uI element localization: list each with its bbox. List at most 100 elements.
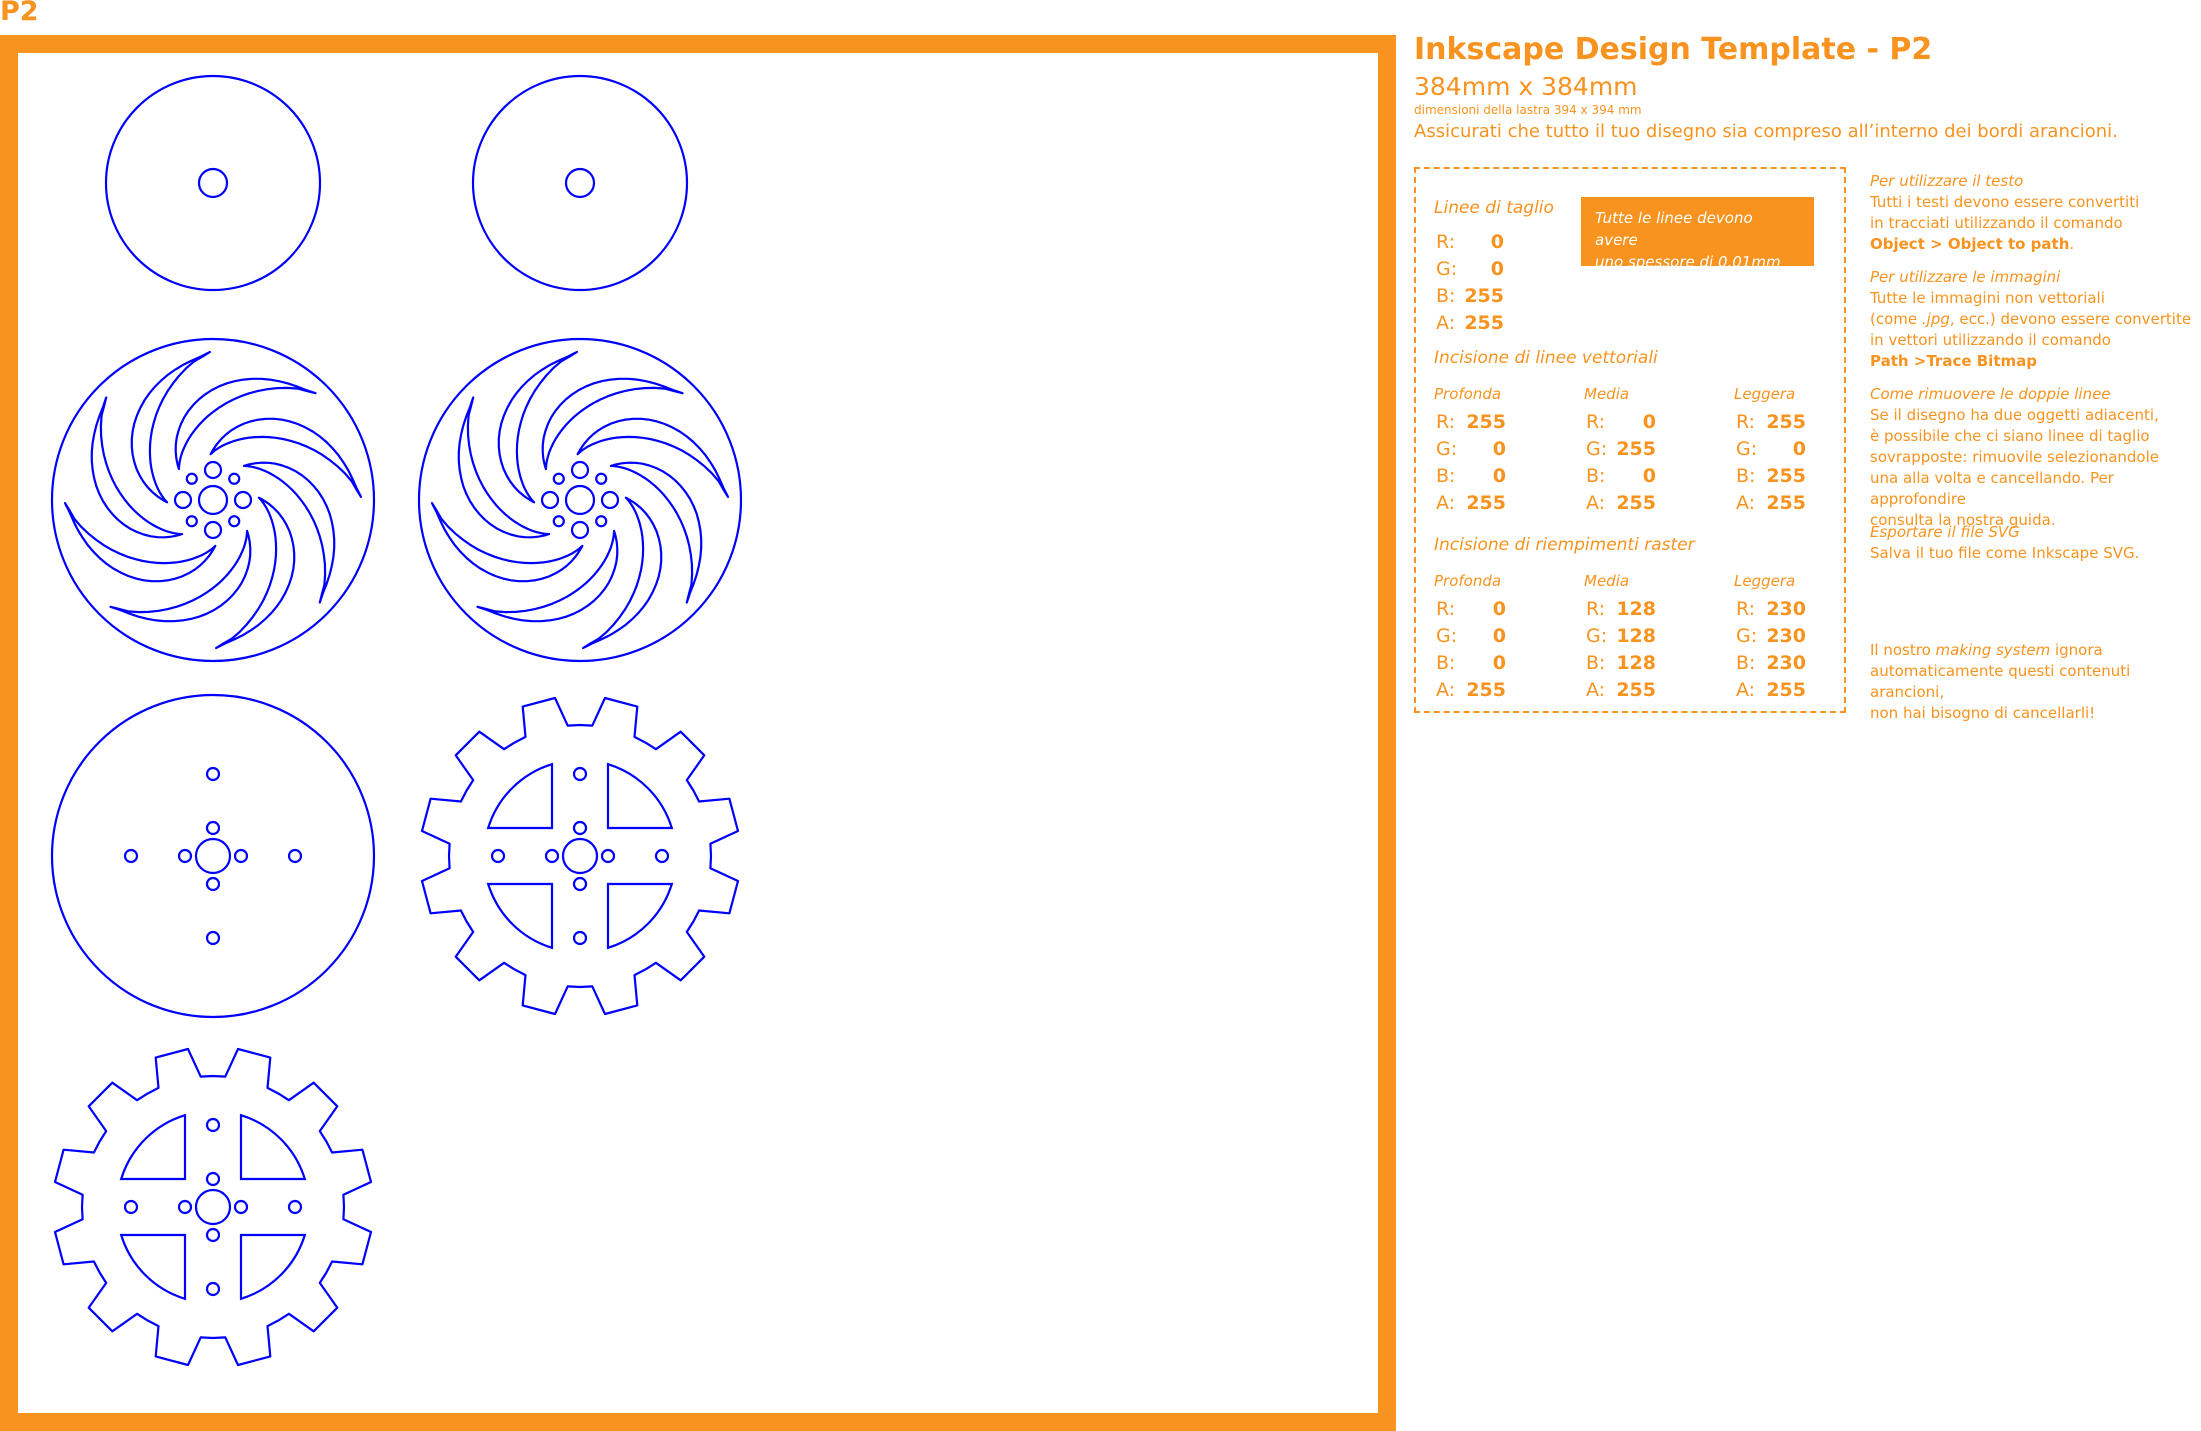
- raster-channel-value: 255: [1766, 679, 1806, 701]
- vector-channel-value: 0: [1492, 438, 1506, 460]
- raster-channel-value: 230: [1766, 652, 1806, 674]
- gear-quadrant-cutout: [239, 1113, 307, 1181]
- gear-outer-hole: [287, 1199, 303, 1215]
- raster-channel-label: B:: [1736, 652, 1756, 674]
- vector-channel-label: R:: [1436, 411, 1456, 433]
- image-usage-note: Per utilizzare le immagini Tutte le imma…: [1870, 267, 2201, 372]
- spiral-disc-small-hole: [600, 490, 620, 510]
- vector-column-heading: Leggera: [1734, 385, 1796, 403]
- template-title: Inkscape Design Template - P2: [1414, 32, 1933, 67]
- text-usage-line-1: Tutti i testi devono essere convertiti: [1870, 193, 2140, 211]
- spiral-disc-small-hole: [228, 515, 241, 528]
- spiral-disc-center-hole: [564, 484, 596, 516]
- spiral-disc-small-hole: [203, 520, 223, 540]
- vector-channel-label: B:: [1736, 465, 1756, 487]
- gear-outline: [53, 1047, 373, 1367]
- making-system-line-1a: Il nostro: [1870, 641, 1936, 659]
- spiral-disc-small-hole: [173, 490, 193, 510]
- gear-inner-hole: [205, 1171, 221, 1187]
- vector-channel-label: B:: [1586, 465, 1606, 487]
- vector-channel-value: 0: [1642, 465, 1656, 487]
- vector-channel-label: A:: [1436, 492, 1456, 514]
- gear-inner-hole: [572, 820, 588, 836]
- holed-disc-inner-hole: [233, 848, 249, 864]
- double-lines-line-2: è possibile che ci siano linee di taglio: [1870, 427, 2150, 445]
- cut-channel-label: G:: [1436, 258, 1458, 280]
- holed-disc-inner-hole: [205, 876, 221, 892]
- text-usage-note: Per utilizzare il testo Tutti i testi de…: [1870, 171, 2201, 255]
- holed-disc-outline: [50, 693, 376, 1019]
- vector-channel-value: 255: [1616, 438, 1656, 460]
- double-lines-line-4: una alla volta e cancellando. Per approf…: [1870, 469, 2114, 508]
- vector-channel-label: R:: [1736, 411, 1756, 433]
- gear-quadrant-cutout: [606, 882, 674, 950]
- gear-inner-hole: [205, 1227, 221, 1243]
- image-usage-line-3: in vettori utilizzando il comando: [1870, 331, 2111, 349]
- gear-quadrant-cutout: [486, 762, 554, 830]
- vector-channel-value: 255: [1766, 492, 1806, 514]
- export-svg-note: Esportare il file SVG Salva il tuo file …: [1870, 522, 2201, 564]
- holed-disc-outer-hole: [123, 848, 139, 864]
- spiral-disc-small-hole: [570, 520, 590, 540]
- gear-center-hole: [561, 837, 599, 875]
- export-svg-heading: Esportare il file SVG: [1870, 523, 2020, 541]
- template-size: 384mm x 384mm: [1414, 72, 1638, 101]
- spiral-disc-small-hole: [185, 515, 198, 528]
- double-lines-line-3: sovrapposte: rimuovile selezionandole: [1870, 448, 2159, 466]
- raster-channel-label: G:: [1736, 625, 1758, 647]
- double-lines-note: Come rimuovere le doppie linee Se il dis…: [1870, 384, 2201, 531]
- object-to-path-command: Object > Object to path: [1870, 235, 2070, 253]
- raster-channel-label: B:: [1586, 652, 1606, 674]
- holed-disc-inner-hole: [205, 820, 221, 836]
- gear-quadrant-cutout: [486, 882, 554, 950]
- gear-inner-hole: [600, 848, 616, 864]
- plain-disc-outline: [471, 74, 689, 292]
- vector-channel-value: 255: [1466, 492, 1506, 514]
- spiral-disc-center-hole: [197, 484, 229, 516]
- gear-inner-hole: [177, 1199, 193, 1215]
- making-system-line-3: non hai bisogno di cancellarli!: [1870, 704, 2096, 722]
- spiral-disc-small-hole: [233, 490, 253, 510]
- vector-column-heading: Profonda: [1434, 385, 1502, 403]
- vector-channel-label: R:: [1586, 411, 1606, 433]
- spiral-disc-outline: [417, 337, 743, 663]
- image-usage-line-2c: , ecc.) devono essere convertite: [1949, 310, 2192, 328]
- cut-lines-heading: Linee di taglio: [1434, 198, 1554, 218]
- gear-outer-hole: [205, 1117, 221, 1133]
- raster-channel-label: R:: [1736, 598, 1756, 620]
- gear-inner-hole: [233, 1199, 249, 1215]
- making-system-line-1c: ignora: [2050, 641, 2103, 659]
- spiral-disc-small-hole: [552, 515, 565, 528]
- image-usage-line-2a: (come: [1870, 310, 1922, 328]
- spiral-disc-small-hole: [185, 472, 198, 485]
- vector-channel-value: 255: [1766, 465, 1806, 487]
- image-usage-ext: .jpg: [1921, 310, 1950, 328]
- vector-channel-label: A:: [1736, 492, 1756, 514]
- holed-disc-outer-hole: [205, 766, 221, 782]
- raster-channel-value: 0: [1492, 625, 1506, 647]
- gear-center-hole: [194, 1188, 232, 1226]
- raster-channel-label: R:: [1586, 598, 1606, 620]
- gear-outer-hole: [490, 848, 506, 864]
- vector-column-heading: Media: [1584, 385, 1630, 403]
- gear-inner-hole: [544, 848, 560, 864]
- cut-channel-value: 255: [1464, 285, 1504, 307]
- gear-outer-hole: [123, 1199, 139, 1215]
- gear-quadrant-cutout: [239, 1233, 307, 1301]
- raster-column-heading: Media: [1584, 572, 1630, 590]
- plain-disc-center-hole: [564, 167, 596, 199]
- vector-channel-value: 255: [1466, 411, 1506, 433]
- gear-quadrant-cutout: [119, 1113, 187, 1181]
- note-line-1: Tutte le linee devono avere: [1595, 209, 1753, 249]
- gear-outer-hole: [205, 1281, 221, 1297]
- vector-channel-value: 0: [1792, 438, 1806, 460]
- holed-disc-inner-hole: [177, 848, 193, 864]
- vector-channel-value: 255: [1766, 411, 1806, 433]
- gear-inner-hole: [572, 876, 588, 892]
- export-svg-line-1: Salva il tuo file come Inkscape SVG.: [1870, 544, 2140, 562]
- spiral-disc-small-hole: [203, 460, 223, 480]
- spiral-disc-outline: [50, 337, 376, 663]
- making-system-line-2: automaticamente questi contenuti arancio…: [1870, 662, 2131, 701]
- cut-channel-label: R:: [1436, 231, 1456, 253]
- spiral-disc-small-hole: [595, 515, 608, 528]
